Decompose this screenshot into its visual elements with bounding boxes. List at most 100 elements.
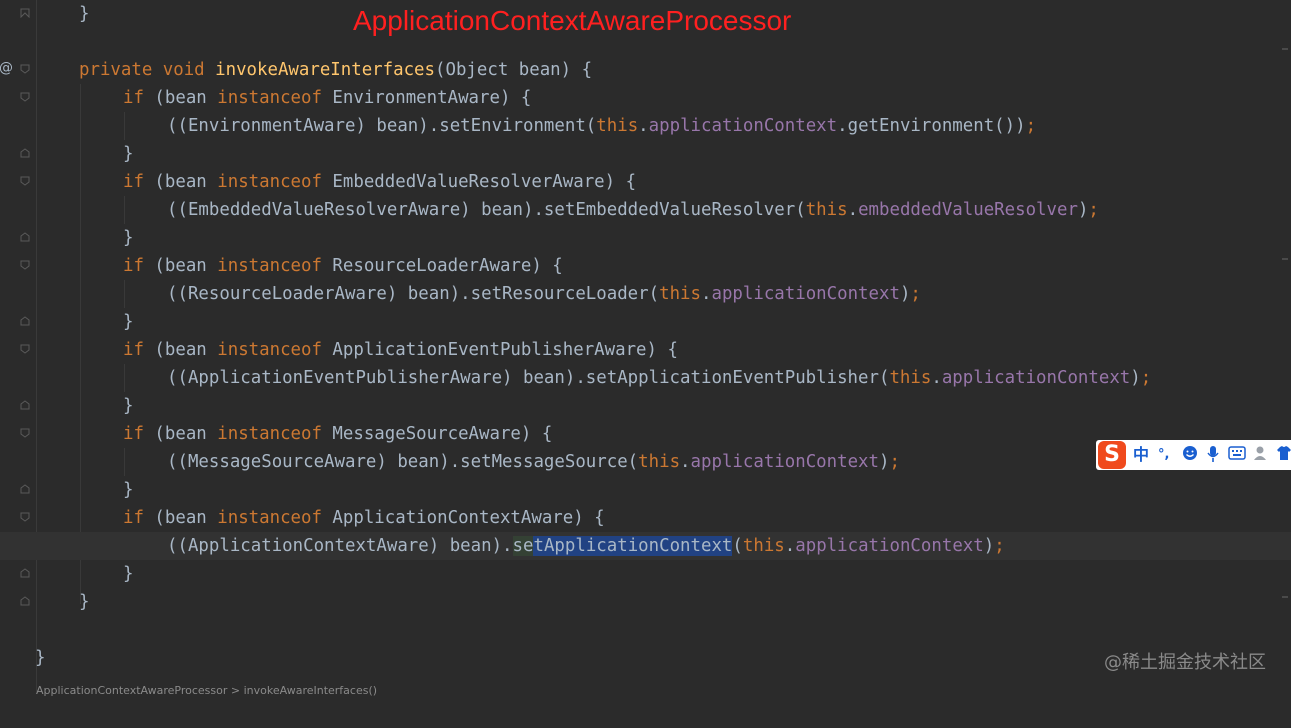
code-text: ) [1130, 368, 1141, 388]
keyword: instanceof [217, 172, 322, 192]
scrollbar-marker[interactable] [1282, 48, 1288, 50]
code-text: ) [879, 452, 890, 472]
statement: ((ApplicationEventPublisherAware) bean).… [167, 364, 1151, 392]
ime-language-toggle[interactable]: 中 [1133, 445, 1149, 465]
fold-end-icon[interactable] [20, 400, 30, 410]
code-line[interactable]: if (bean instanceof ApplicationEventPubl… [0, 336, 1291, 364]
ime-toolbar[interactable]: S 中 °, [1096, 440, 1291, 470]
code-editor[interactable]: } private void invokeAwareInterfaces(Obj… [0, 0, 1291, 692]
keyword: instanceof [217, 508, 322, 528]
scrollbar-marker[interactable] [1282, 596, 1288, 598]
code-line[interactable]: } [0, 560, 1291, 588]
code-text: ((ApplicationEventPublisherAware) bean).… [167, 368, 890, 388]
keyword: instanceof [217, 88, 322, 108]
watermark: @稀土掘金技术社区 [1104, 652, 1266, 673]
code-line[interactable]: if (bean instanceof EmbeddedValueResolve… [0, 168, 1291, 196]
fold-end-icon[interactable] [20, 148, 30, 158]
keyboard-icon[interactable] [1228, 445, 1246, 465]
closing-brace: } [123, 312, 134, 332]
code-text: ((MessageSourceAware) bean).setMessageSo… [167, 452, 639, 472]
fold-start-icon[interactable] [20, 260, 30, 270]
semicolon: ; [910, 284, 921, 304]
keyword: this [659, 284, 701, 304]
fold-end-icon[interactable] [20, 8, 30, 18]
if-statement: if (bean instanceof ResourceLoaderAware)… [123, 252, 563, 280]
code-text: . [784, 536, 796, 556]
statement: ((ApplicationContextAware) bean).setAppl… [167, 532, 1005, 560]
keyword: this [889, 368, 932, 388]
code-text: . [931, 368, 942, 388]
closing-brace: } [123, 144, 134, 164]
fold-start-icon[interactable] [20, 64, 30, 74]
microphone-icon[interactable] [1206, 445, 1220, 468]
semicolon: ; [889, 452, 900, 472]
code-line[interactable]: } [0, 140, 1291, 168]
code-line[interactable]: if (bean instanceof EnvironmentAware) { [0, 84, 1291, 112]
keyword: if [123, 424, 144, 444]
closing-brace: } [79, 4, 90, 24]
fold-start-icon[interactable] [20, 92, 30, 102]
code-text: . [847, 200, 859, 220]
fold-start-icon[interactable] [20, 176, 30, 186]
sogou-logo-icon[interactable]: S [1098, 441, 1126, 469]
keyword: this [805, 200, 848, 220]
code-line[interactable]: if (bean instanceof ResourceLoaderAware)… [0, 252, 1291, 280]
closing-brace: } [123, 396, 134, 416]
code-text: (bean [143, 340, 218, 360]
emoji-icon[interactable] [1182, 445, 1198, 466]
code-line[interactable]: if (bean instanceof ApplicationContextAw… [0, 504, 1291, 532]
code-line[interactable]: private void invokeAwareInterfaces(Objec… [0, 56, 1291, 84]
code-line[interactable]: } [0, 224, 1291, 252]
code-text: ((ResourceLoaderAware) bean).setResource… [167, 284, 660, 304]
keyword: if [123, 340, 144, 360]
code-line[interactable]: ((EmbeddedValueResolverAware) bean).setE… [0, 196, 1291, 224]
fold-end-icon[interactable] [20, 568, 30, 578]
code-line[interactable]: } [0, 644, 1291, 672]
keyword: private void [79, 60, 216, 80]
code-line[interactable]: ((EnvironmentAware) bean).setEnvironment… [0, 112, 1291, 140]
code-text: ((ApplicationContextAware) bean). [167, 536, 513, 556]
closing-brace: } [79, 592, 90, 612]
code-text: (bean [143, 256, 218, 276]
field-ref: applicationContext [690, 452, 879, 472]
code-line[interactable]: } [0, 392, 1291, 420]
code-line-current[interactable]: ((ApplicationContextAware) bean).setAppl… [0, 532, 1291, 560]
breadcrumb-hint[interactable]: ApplicationContextAwareProcessor > invok… [36, 684, 377, 697]
fold-start-icon[interactable] [20, 344, 30, 354]
if-statement: if (bean instanceof ApplicationEventPubl… [123, 336, 678, 364]
code-text: (bean [143, 172, 218, 192]
code-line[interactable]: ((ApplicationEventPublisherAware) bean).… [0, 364, 1291, 392]
code-text: ((EmbeddedValueResolverAware) bean).setE… [167, 200, 806, 220]
fold-start-icon[interactable] [20, 512, 30, 522]
semicolon: ; [994, 536, 1005, 556]
keyword: instanceof [217, 340, 322, 360]
code-line[interactable]: ((ResourceLoaderAware) bean).setResource… [0, 280, 1291, 308]
keyword: if [123, 172, 144, 192]
fold-end-icon[interactable] [20, 316, 30, 326]
statement: ((ResourceLoaderAware) bean).setResource… [167, 280, 921, 308]
code-text: ) [899, 284, 911, 304]
user-icon[interactable] [1253, 445, 1269, 466]
code-text: .getEnvironment()) [837, 116, 1026, 136]
if-statement: if (bean instanceof ApplicationContextAw… [123, 504, 605, 532]
fold-start-icon[interactable] [20, 428, 30, 438]
semicolon: ; [1140, 368, 1152, 388]
scrollbar-marker[interactable] [1282, 258, 1288, 260]
semicolon: ; [1025, 116, 1037, 136]
annotation-title: ApplicationContextAwareProcessor [353, 5, 792, 36]
fold-end-icon[interactable] [20, 484, 30, 494]
field-ref: embeddedValueResolver [858, 200, 1078, 220]
code-line[interactable]: } [0, 308, 1291, 336]
ime-punctuation-toggle[interactable]: °, [1158, 445, 1169, 465]
fold-end-icon[interactable] [20, 232, 30, 242]
keyword: this [638, 452, 681, 472]
code-text: ) [983, 536, 995, 556]
code-line[interactable]: } [0, 476, 1291, 504]
field-ref: applicationContext [795, 536, 984, 556]
code-line[interactable]: } [0, 588, 1291, 616]
keyword: if [123, 88, 144, 108]
fold-end-icon[interactable] [20, 596, 30, 606]
closing-brace: } [123, 564, 134, 584]
selected-text[interactable]: tApplicationContext [533, 536, 733, 556]
skin-shirt-icon[interactable] [1276, 445, 1291, 466]
